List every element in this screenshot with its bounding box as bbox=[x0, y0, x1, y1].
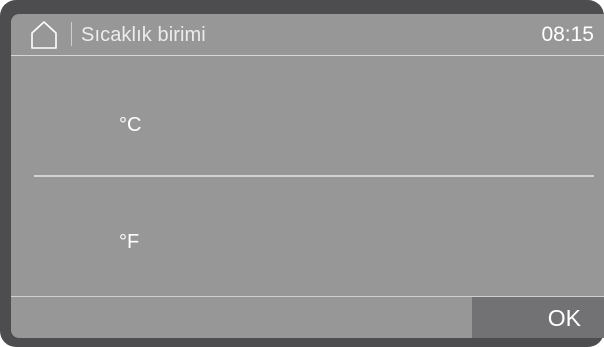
header-bar: Sıcaklık birimi 08:15 bbox=[11, 14, 604, 55]
home-button[interactable] bbox=[29, 20, 59, 50]
device-frame: Sıcaklık birimi 08:15 °C °F OK bbox=[0, 0, 604, 347]
option-label: °C bbox=[119, 114, 142, 136]
ok-button-label: OK bbox=[547, 305, 581, 331]
page-title: Sıcaklık birimi bbox=[81, 24, 206, 46]
option-fahrenheit[interactable]: °F bbox=[11, 177, 604, 296]
option-label: °F bbox=[119, 231, 140, 253]
header-separator bbox=[71, 22, 72, 46]
footer-bar: OK bbox=[11, 297, 604, 338]
option-celsius[interactable]: °C bbox=[11, 56, 604, 175]
display-screen: Sıcaklık birimi 08:15 °C °F OK bbox=[11, 14, 604, 338]
ok-button[interactable]: OK bbox=[472, 297, 604, 338]
home-icon bbox=[31, 21, 57, 49]
clock-time: 08:15 bbox=[541, 23, 594, 46]
